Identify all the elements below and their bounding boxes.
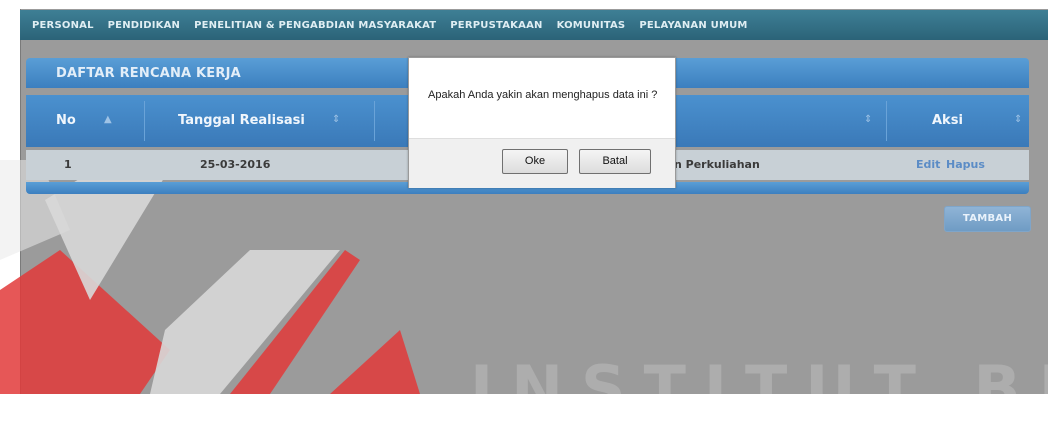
nav-pendidikan[interactable]: PENDIDIKAN — [108, 20, 180, 31]
dialog-message: Apakah Anda yakin akan menghapus data in… — [428, 89, 658, 101]
add-button[interactable]: TAMBAH — [944, 206, 1031, 232]
nav-komunitas[interactable]: KOMUNITAS — [557, 20, 626, 31]
delete-link[interactable]: Hapus — [946, 158, 985, 171]
nav-personal[interactable]: PERSONAL — [32, 20, 94, 31]
nav-pelayanan-umum[interactable]: PELAYANAN UMUM — [639, 20, 747, 31]
column-aksi: Aksi — [932, 113, 963, 128]
column-tanggal-realisasi[interactable]: Tanggal Realisasi — [178, 113, 305, 128]
sort-icon[interactable]: ⇕ — [332, 114, 340, 125]
nav-penelitian[interactable]: PENELITIAN & PENGABDIAN MASYARAKAT — [194, 20, 436, 31]
dialog-body: Apakah Anda yakin akan menghapus data in… — [409, 58, 675, 138]
sort-icon[interactable]: ⇕ — [1014, 114, 1022, 125]
column-divider — [374, 101, 375, 141]
nav-perpustakaan[interactable]: PERPUSTAKAAN — [450, 20, 542, 31]
cancel-button[interactable]: Batal — [579, 149, 651, 174]
panel-title: DAFTAR RENCANA KERJA — [56, 66, 241, 81]
confirm-dialog: Apakah Anda yakin akan menghapus data in… — [408, 57, 676, 188]
cell-tanggal: 25-03-2016 — [200, 158, 271, 171]
column-no[interactable]: No — [56, 113, 76, 128]
column-divider — [886, 101, 887, 141]
sort-icon[interactable]: ⇕ — [864, 114, 872, 125]
ok-button[interactable]: Oke — [502, 149, 568, 174]
column-divider — [144, 101, 145, 141]
sort-asc-icon[interactable]: ▲ — [104, 114, 112, 125]
cell-kegiatan: n Perkuliahan — [674, 158, 760, 171]
watermark-text: INSTITUT BISNIS — [470, 352, 1048, 425]
dialog-footer: Oke Batal — [409, 138, 675, 188]
top-nav: PERSONAL PENDIDIKAN PENELITIAN & PENGABD… — [20, 10, 1048, 40]
edit-link[interactable]: Edit — [916, 158, 940, 171]
cell-no: 1 — [64, 158, 72, 171]
